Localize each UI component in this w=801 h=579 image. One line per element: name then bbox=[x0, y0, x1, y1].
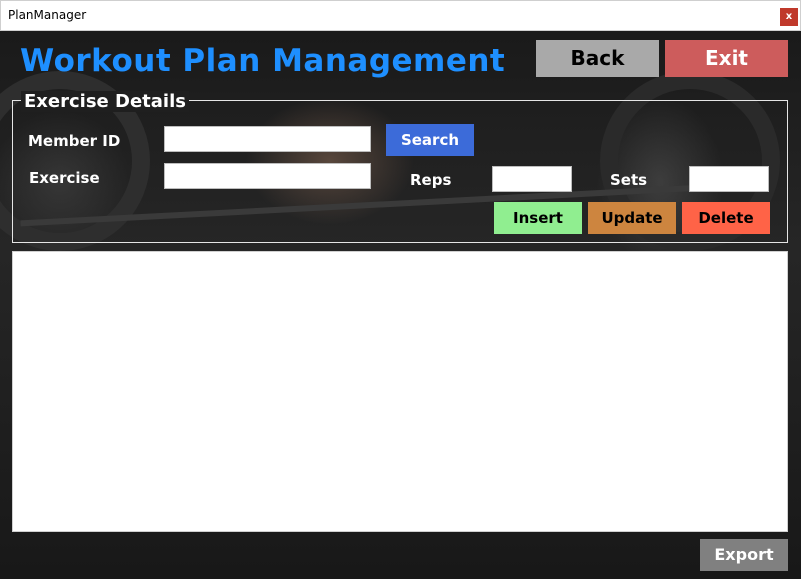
reps-label: Reps bbox=[410, 171, 452, 189]
main-panel: Workout Plan Management Back Exit Exerci… bbox=[0, 31, 801, 579]
back-button[interactable]: Back bbox=[536, 40, 659, 77]
page-title: Workout Plan Management bbox=[20, 43, 506, 79]
window-titlebar: PlanManager x bbox=[0, 0, 801, 31]
exit-button[interactable]: Exit bbox=[665, 40, 788, 77]
search-button[interactable]: Search bbox=[386, 124, 474, 156]
member-id-label: Member ID bbox=[28, 132, 121, 150]
export-button[interactable]: Export bbox=[700, 539, 788, 571]
exercise-details-legend: Exercise Details bbox=[21, 91, 189, 112]
sets-label: Sets bbox=[610, 171, 648, 189]
delete-button[interactable]: Delete bbox=[682, 202, 770, 234]
member-id-input[interactable] bbox=[164, 126, 371, 152]
sets-input[interactable] bbox=[689, 166, 769, 192]
exercise-label: Exercise bbox=[29, 169, 100, 187]
reps-input[interactable] bbox=[492, 166, 572, 192]
insert-button[interactable]: Insert bbox=[494, 202, 582, 234]
update-button[interactable]: Update bbox=[588, 202, 676, 234]
window-title: PlanManager bbox=[8, 8, 87, 22]
workout-plan-table[interactable] bbox=[12, 251, 788, 532]
window-close-button[interactable]: x bbox=[780, 8, 798, 26]
exercise-input[interactable] bbox=[164, 163, 371, 189]
